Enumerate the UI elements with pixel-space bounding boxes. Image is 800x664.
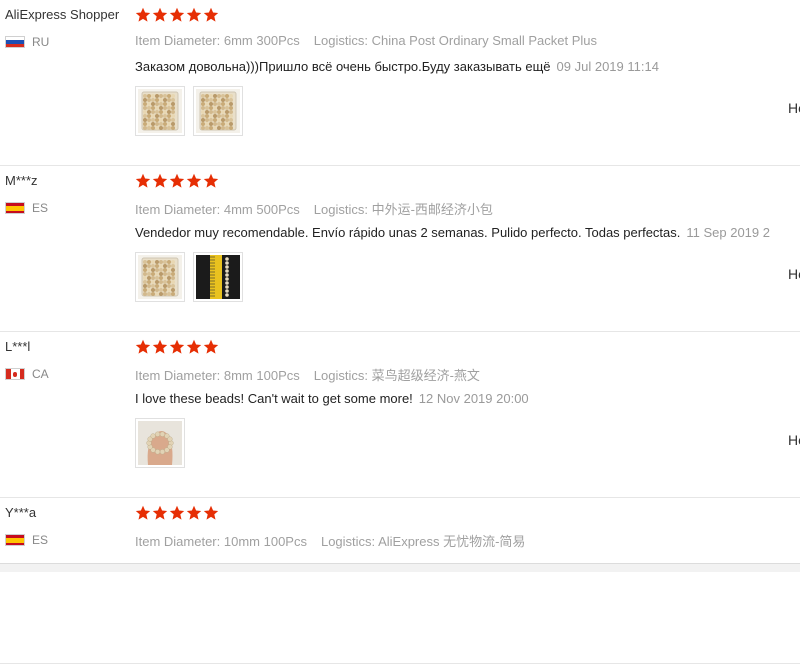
bead-bracelet-hand-photo[interactable] bbox=[135, 418, 185, 468]
spec-value: 6mm 300Pcs bbox=[223, 33, 300, 48]
pearl-beads-bag-photo[interactable] bbox=[135, 86, 185, 136]
star-icon bbox=[169, 505, 185, 520]
spec-label: Item Diameter: bbox=[135, 534, 221, 549]
russia-flag-icon bbox=[5, 36, 25, 48]
logistics-label: Logistics: bbox=[313, 202, 368, 217]
star-icon bbox=[186, 505, 202, 520]
review-text-row: Vendedor muy recomendable. Envío rápido … bbox=[135, 225, 770, 240]
reviewer-name: L***l bbox=[5, 339, 31, 354]
reviewer-country: RU bbox=[5, 34, 49, 50]
star-icon bbox=[203, 173, 219, 188]
spec-value: 8mm 100Pcs bbox=[223, 368, 300, 383]
spain-flag-icon bbox=[5, 534, 25, 546]
star-icon bbox=[135, 7, 151, 22]
review-photos bbox=[135, 252, 243, 302]
star-rating bbox=[135, 505, 219, 521]
star-icon bbox=[135, 339, 151, 354]
country-code: CA bbox=[32, 367, 49, 381]
star-icon bbox=[203, 7, 219, 22]
logistics-label: Logistics: bbox=[313, 368, 368, 383]
star-icon bbox=[186, 7, 202, 22]
star-icon bbox=[186, 339, 202, 354]
logistics-value: 中外运-西邮经济小包 bbox=[371, 202, 493, 217]
star-icon bbox=[169, 173, 185, 188]
country-code: ES bbox=[32, 201, 49, 215]
star-icon bbox=[169, 339, 185, 354]
logistics-value: China Post Ordinary Small Packet Plus bbox=[371, 33, 598, 48]
review-date: 12 Nov 2019 20:00 bbox=[418, 391, 529, 406]
helpful-button[interactable]: He bbox=[788, 266, 800, 282]
logistics-label: Logistics: bbox=[313, 33, 368, 48]
spec-value: 4mm 500Pcs bbox=[223, 202, 300, 217]
review-item: AliExpress Shopper RU Item Diameter: 6mm 3… bbox=[0, 0, 800, 166]
review-text-row: I love these beads! Can't wait to get so… bbox=[135, 391, 529, 406]
star-icon bbox=[203, 505, 219, 520]
reviewer-name: Y***a bbox=[5, 505, 37, 520]
reviewer-name: M***z bbox=[5, 173, 38, 188]
star-rating bbox=[135, 339, 219, 355]
review-photos bbox=[135, 418, 185, 468]
spec-value: 10mm 100Pcs bbox=[223, 534, 307, 549]
order-info: Item Diameter: 6mm 300Pcs Logistics: Chin… bbox=[135, 33, 597, 48]
star-icon bbox=[169, 7, 185, 22]
star-icon bbox=[152, 7, 168, 22]
star-rating bbox=[135, 7, 219, 23]
star-icon bbox=[152, 505, 168, 520]
star-icon bbox=[152, 173, 168, 188]
country-code: ES bbox=[32, 533, 49, 547]
spec-label: Item Diameter: bbox=[135, 33, 221, 48]
canada-flag-icon bbox=[5, 368, 25, 380]
review-text-row: Заказом довольна)))Пришло всё очень быст… bbox=[135, 59, 659, 74]
review-item: M***z ES Item Diameter: 4mm 500Pcs Logistic… bbox=[0, 166, 800, 332]
reviewer-country: ES bbox=[5, 200, 48, 216]
review-text: Vendedor muy recomendable. Envío rápido … bbox=[135, 225, 681, 240]
star-icon bbox=[135, 173, 151, 188]
review-date: 09 Jul 2019 11:14 bbox=[556, 59, 659, 74]
helpful-button[interactable]: He bbox=[788, 100, 800, 116]
star-icon bbox=[135, 505, 151, 520]
reviewer-name: AliExpress Shopper bbox=[5, 7, 120, 22]
pearl-beads-bag-photo[interactable] bbox=[135, 252, 185, 302]
beads-on-ruler-photo[interactable] bbox=[193, 252, 243, 302]
star-icon bbox=[152, 339, 168, 354]
order-info: Item Diameter: 4mm 500Pcs Logistics: 中外运-… bbox=[135, 199, 493, 218]
logistics-value: AliExpress 无忧物流-简易 bbox=[378, 534, 526, 549]
reviewer-country: CA bbox=[5, 366, 49, 382]
star-rating bbox=[135, 173, 219, 189]
spec-label: Item Diameter: bbox=[135, 202, 221, 217]
order-info: Item Diameter: 8mm 100Pcs Logistics: 菜鸟超级… bbox=[135, 365, 480, 384]
pearl-beads-bag-photo[interactable] bbox=[193, 86, 243, 136]
review-text: Заказом довольна)))Пришло всё очень быст… bbox=[135, 59, 551, 74]
review-item: L***l CA Item Diameter: 8mm 100Pcs Logistic… bbox=[0, 332, 800, 498]
review-photos bbox=[135, 86, 243, 136]
reviewer-country: ES bbox=[5, 532, 48, 548]
review-text: I love these beads! Can't wait to get so… bbox=[135, 391, 413, 406]
country-code: RU bbox=[32, 35, 50, 49]
logistics-label: Logistics: bbox=[320, 534, 376, 549]
spain-flag-icon bbox=[5, 202, 25, 214]
star-icon bbox=[203, 339, 219, 354]
star-icon bbox=[186, 173, 202, 188]
review-date: 11 Sep 2019 2 bbox=[686, 225, 770, 240]
review-item: Y***a ES Item Diameter: 10mm 100Pcs Logisti… bbox=[0, 498, 800, 664]
helpful-button[interactable]: He bbox=[788, 432, 800, 448]
order-info: Item Diameter: 10mm 100Pcs Logistics: Ali… bbox=[135, 531, 525, 550]
spec-label: Item Diameter: bbox=[135, 368, 221, 383]
logistics-value: 菜鸟超级经济-燕文 bbox=[371, 368, 480, 383]
